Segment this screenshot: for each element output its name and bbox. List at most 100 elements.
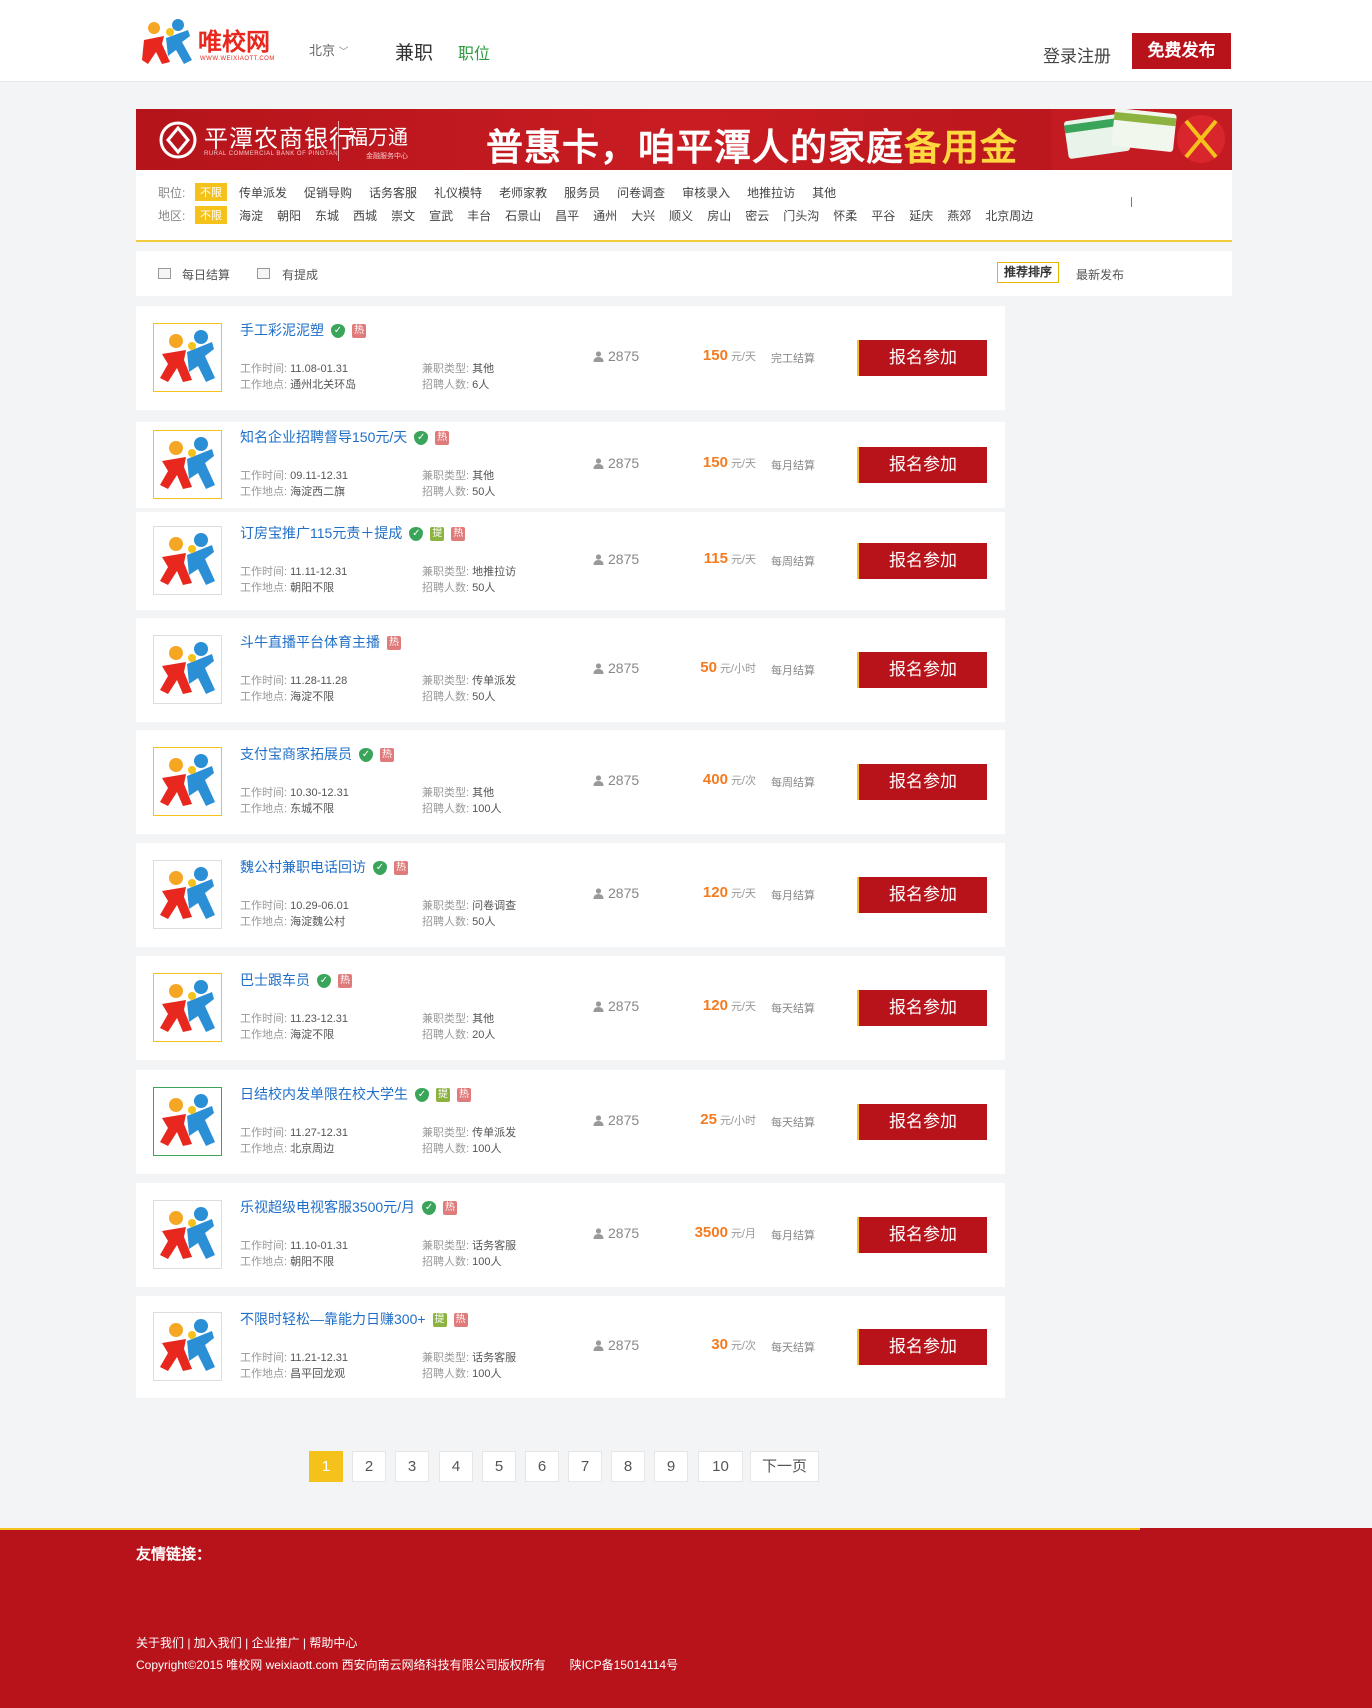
city-selector[interactable]: 北京 ﹀ xyxy=(309,40,349,59)
sort-recommended-tab[interactable]: 推荐排序 xyxy=(997,262,1059,283)
job-title-link[interactable]: 乐视超级电视客服3500元/月 xyxy=(240,1199,415,1215)
company-logo[interactable] xyxy=(153,860,222,929)
login-register-link[interactable]: 登录注册 xyxy=(1043,42,1111,67)
area-option[interactable]: 通州 xyxy=(593,207,617,224)
headcount: 招聘人数: 50人 xyxy=(422,483,495,499)
salary-unit: 元/次 xyxy=(730,1340,756,1352)
job-title-link[interactable]: 手工彩泥泥塑 xyxy=(240,322,324,338)
area-option[interactable]: 东城 xyxy=(315,207,339,224)
area-option[interactable]: 北京周边 xyxy=(985,207,1033,224)
company-logo[interactable] xyxy=(153,635,222,704)
site-logo[interactable]: 唯校网 WWW.WEIXIAOTT.COM xyxy=(140,18,275,68)
slogan-main: 普惠卡，咱平潭人的家庭 xyxy=(486,127,904,168)
sort-newest-tab[interactable]: 最新发布 xyxy=(1076,266,1124,283)
company-logo[interactable] xyxy=(153,526,222,595)
apply-button[interactable]: 报名参加 xyxy=(857,990,987,1026)
job-title-row: 订房宝推广115元责＋提成 ✓ 提热 xyxy=(240,523,466,543)
area-option[interactable]: 平谷 xyxy=(871,207,895,224)
page-button[interactable]: 2 xyxy=(352,1451,386,1482)
area-option[interactable]: 宣武 xyxy=(429,207,453,224)
page-button[interactable]: 7 xyxy=(568,1451,602,1482)
company-logo[interactable] xyxy=(153,1087,222,1156)
job-title-link[interactable]: 日结校内发单限在校大学生 xyxy=(240,1086,408,1102)
apply-button[interactable]: 报名参加 xyxy=(857,543,987,579)
position-option[interactable]: 问卷调查 xyxy=(617,184,665,201)
headcount: 招聘人数: 20人 xyxy=(422,1026,495,1042)
page-button[interactable]: 4 xyxy=(439,1451,473,1482)
page-button[interactable]: 5 xyxy=(482,1451,516,1482)
page-button[interactable]: 6 xyxy=(525,1451,559,1482)
area-filter-all[interactable]: 不限 xyxy=(195,206,227,224)
friend-links-title: 友情链接： xyxy=(136,1546,212,1563)
apply-button[interactable]: 报名参加 xyxy=(857,764,987,800)
position-option[interactable]: 传单派发 xyxy=(239,184,287,201)
ad-banner[interactable]: 平潭农商银行 RURAL COMMERCIAL BANK OF PINGTAN … xyxy=(136,109,1232,170)
page-button[interactable]: 1 xyxy=(309,1451,343,1482)
area-option[interactable]: 昌平 xyxy=(555,207,579,224)
area-option[interactable]: 石景山 xyxy=(505,207,541,224)
area-option[interactable]: 密云 xyxy=(745,207,769,224)
page-button[interactable]: 8 xyxy=(611,1451,645,1482)
page-button[interactable]: 3 xyxy=(395,1451,429,1482)
position-option[interactable]: 促销导购 xyxy=(304,184,352,201)
area-option[interactable]: 大兴 xyxy=(631,207,655,224)
company-logo[interactable] xyxy=(153,430,222,499)
footer-links[interactable]: 关于我们 | 加入我们 | 企业推广 | 帮助中心 xyxy=(136,1634,357,1651)
position-option[interactable]: 其他 xyxy=(812,184,836,201)
job-type-label: 兼职类型: xyxy=(422,1013,470,1025)
company-logo[interactable] xyxy=(153,973,222,1042)
apply-button[interactable]: 报名参加 xyxy=(857,1329,987,1365)
free-publish-button[interactable]: 免费发布 xyxy=(1132,33,1231,69)
commission-label[interactable]: 有提成 xyxy=(282,266,318,283)
commission-checkbox[interactable] xyxy=(257,268,270,279)
position-option[interactable]: 服务员 xyxy=(564,184,600,201)
position-option[interactable]: 礼仪模特 xyxy=(434,184,482,201)
area-option[interactable]: 延庆 xyxy=(909,207,933,224)
page-button[interactable]: 9 xyxy=(654,1451,688,1482)
area-option[interactable]: 西城 xyxy=(353,207,377,224)
apply-button[interactable]: 报名参加 xyxy=(857,340,987,376)
area-option[interactable]: 朝阳 xyxy=(277,207,301,224)
apply-button[interactable]: 报名参加 xyxy=(857,652,987,688)
person-icon xyxy=(593,775,604,786)
job-title-link[interactable]: 巴士跟车员 xyxy=(240,972,310,988)
company-logo[interactable] xyxy=(153,1312,222,1381)
job-title-link[interactable]: 魏公村兼职电话回访 xyxy=(240,859,366,875)
apply-button[interactable]: 报名参加 xyxy=(857,877,987,913)
next-page-button[interactable]: 下一页 xyxy=(750,1451,819,1482)
job-title-link[interactable]: 斗牛直播平台体育主播 xyxy=(240,634,380,650)
banner-slogan: 普惠卡，咱平潭人的家庭备用金 xyxy=(486,117,1018,170)
page-button[interactable]: 10 xyxy=(698,1451,743,1482)
company-logo[interactable] xyxy=(153,323,222,392)
area-option[interactable]: 燕郊 xyxy=(947,207,971,224)
area-option[interactable]: 海淀 xyxy=(239,207,263,224)
area-option[interactable]: 怀柔 xyxy=(833,207,857,224)
company-logo[interactable] xyxy=(153,1200,222,1269)
area-option[interactable]: 顺义 xyxy=(669,207,693,224)
job-title-link[interactable]: 支付宝商家拓展员 xyxy=(240,746,352,762)
hot-badge: 热 xyxy=(394,861,408,876)
nav-position[interactable]: 职位 xyxy=(458,40,490,64)
area-option[interactable]: 房山 xyxy=(707,207,731,224)
job-title-link[interactable]: 知名企业招聘督导150元/天 xyxy=(240,429,407,445)
daily-settle-checkbox[interactable] xyxy=(158,268,171,279)
job-title-row: 手工彩泥泥塑 ✓ 热 xyxy=(240,320,366,340)
position-filter-all[interactable]: 不限 xyxy=(195,183,227,201)
position-option[interactable]: 话务客服 xyxy=(369,184,417,201)
daily-settle-label[interactable]: 每日结算 xyxy=(182,266,230,283)
position-option[interactable]: 审核录入 xyxy=(682,184,730,201)
position-option[interactable]: 老师家教 xyxy=(499,184,547,201)
apply-button[interactable]: 报名参加 xyxy=(857,447,987,483)
nav-parttime[interactable]: 兼职 xyxy=(395,38,433,65)
area-option[interactable]: 丰台 xyxy=(467,207,491,224)
job-title-link[interactable]: 订房宝推广115元责＋提成 xyxy=(240,525,402,541)
work-time-value: 11.10-01.31 xyxy=(287,1240,349,1252)
apply-button[interactable]: 报名参加 xyxy=(857,1104,987,1140)
position-option[interactable]: 地推拉访 xyxy=(747,184,795,201)
area-option[interactable]: 门头沟 xyxy=(783,207,819,224)
headcount-value: 20人 xyxy=(469,1029,496,1041)
area-option[interactable]: 崇文 xyxy=(391,207,415,224)
apply-button[interactable]: 报名参加 xyxy=(857,1217,987,1253)
job-title-link[interactable]: 不限时轻松—靠能力日赚300+ xyxy=(240,1311,426,1327)
company-logo[interactable] xyxy=(153,747,222,816)
